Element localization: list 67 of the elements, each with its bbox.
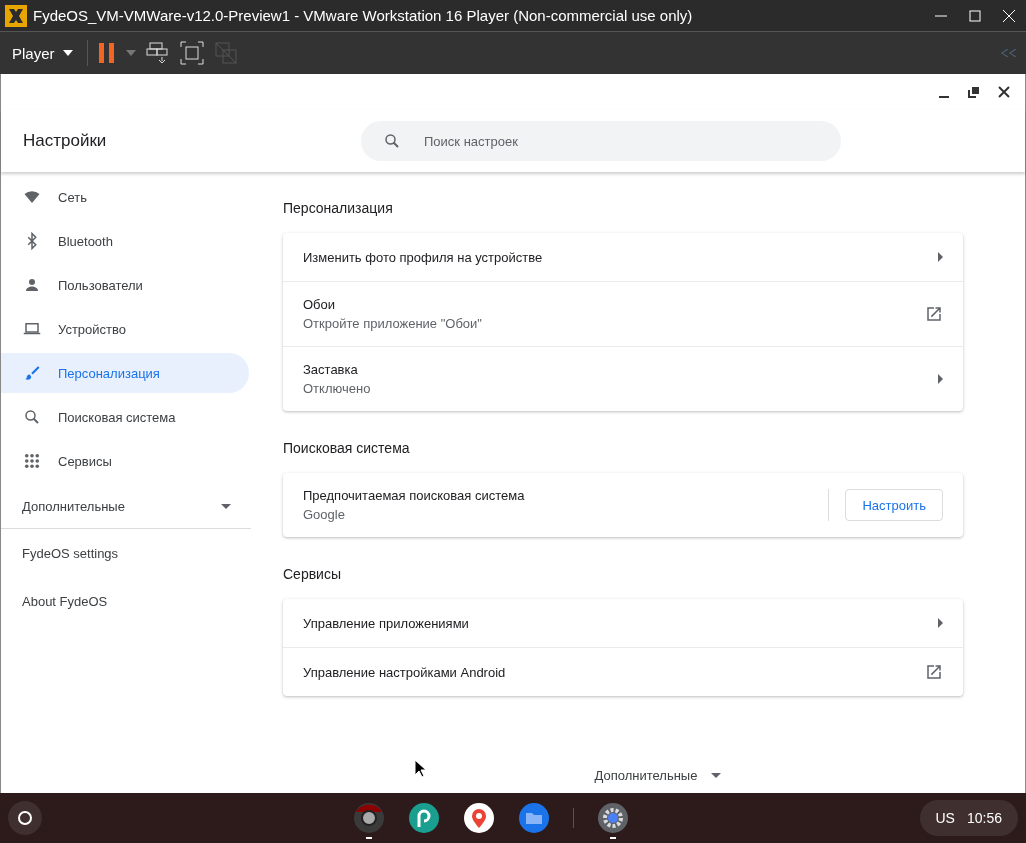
row-label: Обои (303, 297, 337, 312)
apps-grid-icon (23, 452, 41, 470)
advanced-toggle[interactable]: Дополнительные (594, 768, 698, 783)
settings-row[interactable]: Изменить фото профиля на устройстве (283, 233, 963, 281)
person-icon (23, 276, 41, 294)
section-title: Поисковая система (283, 440, 411, 456)
caret-icon (221, 504, 231, 509)
input-method: US (935, 810, 955, 826)
arrow-right-icon (937, 374, 943, 384)
search-icon (383, 132, 401, 150)
send-keys-icon[interactable] (145, 41, 170, 65)
arrow-right-icon (937, 252, 943, 262)
app-logo-icon (5, 4, 27, 27)
restore-icon[interactable] (967, 85, 981, 99)
section-title: Персонализация (283, 200, 394, 216)
row-sublabel: Google (303, 507, 346, 522)
sidebar-item[interactable]: Сеть (1, 177, 249, 217)
settings-row[interactable]: Управление приложениями (283, 599, 963, 647)
row-label: Изменить фото профиля на устройстве (303, 249, 544, 265)
caret-icon (62, 50, 73, 56)
status-tray[interactable]: US 10:56 (919, 800, 1018, 836)
sidebar-item[interactable]: Поисковая система (1, 397, 249, 437)
map-pin-icon[interactable] (462, 802, 495, 834)
spiral-app-icon[interactable] (407, 802, 440, 834)
search-field[interactable]: Поиск настроек (361, 121, 841, 161)
pause-icon[interactable] (97, 42, 116, 64)
external-link-icon (925, 305, 943, 323)
search-icon (23, 408, 41, 426)
sidebar-link[interactable]: FydeOS settings (1, 529, 251, 577)
close-icon[interactable] (997, 85, 1011, 99)
external-link-icon (925, 663, 943, 681)
sidebar-item[interactable]: Персонализация (1, 353, 249, 393)
caret-icon[interactable] (711, 773, 722, 778)
fullscreen-icon[interactable] (179, 41, 204, 65)
brush-icon (23, 364, 41, 382)
sidebar-link[interactable]: About FydeOS (1, 577, 251, 625)
clock: 10:56 (966, 810, 1002, 826)
row-sublabel: Отключено (303, 381, 372, 396)
window-title: FydeOS_VM-VMWare-v12.0-Preview1 - VMware Workstation 16 Player (Non-commercial use only) (33, 7, 694, 24)
sidebar-item[interactable]: Пользователи (1, 265, 249, 305)
caret-icon[interactable] (125, 50, 136, 56)
settings-row[interactable]: Предпочитаемая поисковая система Google Настроить (283, 473, 963, 537)
settings-title: Настройки (22, 131, 108, 151)
row-label: Управление настройками Android (303, 664, 507, 680)
sidebar-item[interactable]: Bluetooth (1, 221, 249, 261)
advanced-menu[interactable]: Дополнительные (1, 485, 251, 529)
close-icon[interactable] (1001, 7, 1017, 24)
mouse-cursor-icon (414, 759, 426, 778)
row-label: Управление приложениями (303, 615, 470, 631)
row-sublabel: Откройте приложение "Обои" (303, 316, 483, 331)
settings-row[interactable]: Обои Откройте приложение "Обои" (283, 281, 963, 346)
player-menu[interactable]: Player (8, 44, 77, 62)
browser-icon[interactable] (352, 802, 385, 834)
configure-button[interactable]: Настроить (845, 489, 943, 521)
sidebar-item[interactable]: Сервисы (1, 441, 249, 481)
settings-row[interactable]: Управление настройками Android (283, 647, 963, 696)
settings-row[interactable]: Заставка Отключено (283, 346, 963, 411)
folder-icon[interactable] (517, 802, 550, 834)
arrow-right-icon (937, 618, 943, 628)
row-label: Предпочитаемая поисковая система (303, 488, 526, 503)
circle-icon (17, 810, 33, 826)
sidebar-item[interactable]: Устройство (1, 309, 249, 349)
section-title: Сервисы (283, 566, 342, 582)
maximize-icon[interactable] (967, 7, 983, 24)
row-label: Заставка (303, 362, 359, 377)
launcher-button[interactable] (8, 801, 42, 835)
gear-icon[interactable] (596, 802, 629, 834)
